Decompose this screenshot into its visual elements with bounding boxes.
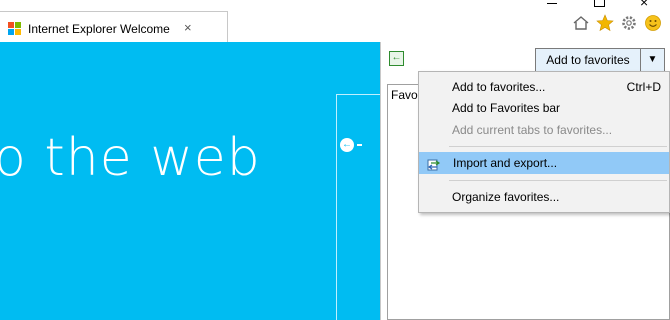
import-export-icon [427, 159, 441, 171]
windows-logo-icon [8, 22, 22, 36]
chevron-down-icon[interactable]: ▼ [641, 48, 665, 72]
tab-title: Internet Explorer Welcome [28, 22, 170, 36]
menu-item-add-to-favorites-bar[interactable]: Add to Favorites bar [419, 97, 669, 119]
menu-item-organize-favorites[interactable]: Organize favorites... [419, 186, 669, 208]
tab-favorites[interactable]: Favo [391, 88, 418, 102]
arrow-dash [357, 144, 362, 146]
minimize-icon[interactable] [547, 3, 557, 4]
welcome-heading: o the web [0, 128, 261, 188]
pin-arrow-icon[interactable]: ← [389, 51, 404, 66]
add-to-favorites-button[interactable]: Add to favorites [535, 48, 641, 72]
smiley-icon[interactable] [644, 14, 662, 32]
menu-item-shortcut: Ctrl+D [626, 80, 661, 94]
menu-item-label: Import and export... [453, 156, 558, 170]
menu-item-label: Add to Favorites bar [452, 101, 561, 115]
menu-separator [449, 180, 667, 181]
menu-item-label: Organize favorites... [452, 190, 560, 204]
menu-item-label: Add current tabs to favorites... [452, 123, 613, 137]
back-arrow-icon[interactable]: ← [340, 138, 354, 152]
tab-close-icon[interactable]: × [184, 20, 192, 35]
window-close-icon[interactable]: × [640, 0, 648, 10]
favorites-dropdown-menu: Add to favorites... Ctrl+D Add to Favori… [418, 71, 670, 213]
gear-icon[interactable] [620, 14, 638, 32]
menu-separator [449, 146, 667, 147]
menu-item-import-export[interactable]: Import and export... [419, 152, 669, 174]
menu-item-label: Add to favorites... [452, 80, 546, 94]
browser-tab[interactable]: Internet Explorer Welcome × [0, 11, 228, 42]
star-icon[interactable] [596, 14, 614, 32]
welcome-side-panel [336, 94, 380, 320]
maximize-icon[interactable] [594, 0, 605, 7]
menu-item-add-current-tabs: Add current tabs to favorites... [419, 119, 669, 141]
menu-item-add-to-favorites[interactable]: Add to favorites... Ctrl+D [419, 76, 669, 98]
title-bar: Internet Explorer Welcome × × [0, 0, 670, 42]
home-icon[interactable] [572, 14, 590, 32]
